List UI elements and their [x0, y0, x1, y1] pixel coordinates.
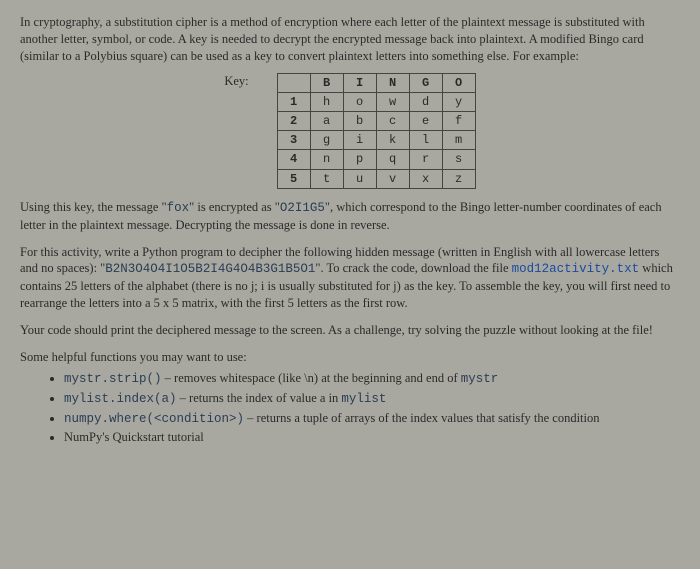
cell: q [376, 150, 409, 169]
list-item: numpy.where(<condition>) – returns a tup… [64, 410, 680, 428]
hints-list: mystr.strip() – removes whitespace (like… [20, 370, 680, 447]
hidden-message-code: B2N3O4O4I1O5B2I4G4O4B3G1B5O1 [105, 262, 315, 276]
code-snippet: numpy.where(<condition>) [64, 412, 244, 426]
cell: s [442, 150, 475, 169]
cell: g [310, 131, 343, 150]
example-ciphertext: O2I1G5 [280, 201, 325, 215]
text: – removes whitespace (like \n) at the be… [162, 371, 461, 385]
cell: m [442, 131, 475, 150]
table-row: 4 n p q r s [277, 150, 475, 169]
cell: i [343, 131, 376, 150]
cell: t [310, 169, 343, 188]
table-row: 5 t u v x z [277, 169, 475, 188]
document-page: In cryptography, a substitution cipher i… [0, 0, 700, 464]
download-link[interactable]: mod12activity.txt [512, 262, 640, 276]
cell: o [343, 92, 376, 111]
intro-paragraph: In cryptography, a substitution cipher i… [20, 14, 680, 65]
example-plaintext: fox [167, 201, 190, 215]
table-row: B I N G O [277, 73, 475, 92]
cell: b [343, 112, 376, 131]
cell: r [409, 150, 442, 169]
cell: u [343, 169, 376, 188]
cell: y [442, 92, 475, 111]
cell: p [343, 150, 376, 169]
text: " is encrypted as " [189, 200, 280, 214]
code-snippet: mystr.strip() [64, 372, 162, 386]
cell: v [376, 169, 409, 188]
list-item: mylist.index(a) – returns the index of v… [64, 390, 680, 408]
cell: a [310, 112, 343, 131]
col-header: G [409, 73, 442, 92]
activity-paragraph: For this activity, write a Python progra… [20, 244, 680, 313]
cell: d [409, 92, 442, 111]
list-item: mystr.strip() – removes whitespace (like… [64, 370, 680, 388]
text: – returns a tuple of arrays of the index… [244, 411, 599, 425]
corner-cell [277, 73, 310, 92]
key-section: Key: B I N G O 1 h o w d y 2 a b [20, 73, 680, 189]
cell: w [376, 92, 409, 111]
hints-heading: Some helpful functions you may want to u… [20, 349, 680, 366]
cell: x [409, 169, 442, 188]
cell: z [442, 169, 475, 188]
row-header: 5 [277, 169, 310, 188]
bingo-table: B I N G O 1 h o w d y 2 a b c e f [277, 73, 476, 189]
row-header: 2 [277, 112, 310, 131]
col-header: O [442, 73, 475, 92]
row-header: 4 [277, 150, 310, 169]
row-header: 1 [277, 92, 310, 111]
cell: l [409, 131, 442, 150]
col-header: B [310, 73, 343, 92]
example-paragraph: Using this key, the message "fox" is enc… [20, 199, 680, 234]
cell: f [442, 112, 475, 131]
col-header: I [343, 73, 376, 92]
table-row: 2 a b c e f [277, 112, 475, 131]
col-header: N [376, 73, 409, 92]
text: ". To crack the code, download the file [315, 261, 511, 275]
code-snippet: mystr [461, 372, 499, 386]
list-item: NumPy's Quickstart tutorial [64, 429, 680, 446]
cell: c [376, 112, 409, 131]
text: NumPy's Quickstart tutorial [64, 430, 204, 444]
code-snippet: mylist [341, 392, 386, 406]
code-snippet: mylist.index(a) [64, 392, 177, 406]
text: Using this key, the message " [20, 200, 167, 214]
challenge-paragraph: Your code should print the deciphered me… [20, 322, 680, 339]
cell: n [310, 150, 343, 169]
cell: e [409, 112, 442, 131]
cell: k [376, 131, 409, 150]
table-row: 3 g i k l m [277, 131, 475, 150]
cell: h [310, 92, 343, 111]
text: – returns the index of value a in [177, 391, 342, 405]
key-label: Key: [224, 73, 248, 90]
table-row: 1 h o w d y [277, 92, 475, 111]
row-header: 3 [277, 131, 310, 150]
